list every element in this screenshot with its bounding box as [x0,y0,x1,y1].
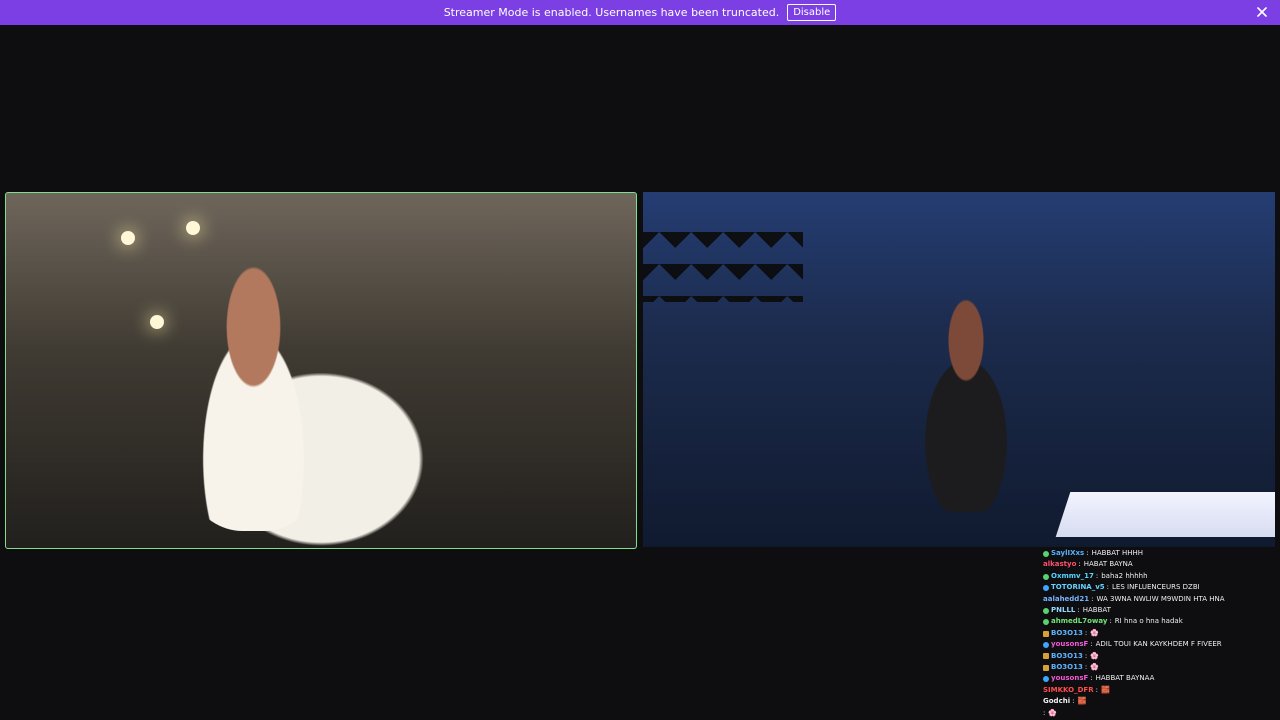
chat-separator: : [1084,663,1088,672]
blue-badge-icon [1043,641,1049,648]
chat-line: aalahedd21: WA 3WNA NWLIW M9WDIN HTA HNA [1043,594,1273,605]
chat-username[interactable]: ahmedL7oway [1051,616,1107,627]
banner-message: Streamer Mode is enabled. Usernames have… [443,6,780,19]
chat-message: HABBAT BAYNAA [1095,674,1155,683]
chat-line: : 🌸 [1043,708,1273,719]
lamp-light-icon [186,221,200,235]
chat-line: ahmedL7oway: RI hna o hna hadak [1043,616,1273,627]
chat-username[interactable]: BO3O13 [1051,662,1083,673]
chat-message: 🧱 [1077,697,1087,706]
chat-line: yousonsF: ADIL TOUI KAN KAYKHDEM F FIVEER [1043,639,1273,650]
chat-message: 🌸 [1090,663,1099,672]
chat-message: 🌸 [1090,628,1099,637]
chat-message: HABAT BAYNA [1083,560,1133,569]
left-camera-feed [5,192,637,549]
chat-message: LES INFLUENCEURS DZBI [1112,583,1200,592]
gold-badge-icon [1043,664,1049,671]
blue-badge-icon [1043,584,1049,591]
chat-separator: : [1091,594,1094,603]
chat-message: RI hna o hna hadak [1114,617,1183,626]
chat-message: ADIL TOUI KAN KAYKHDEM F FIVEER [1095,640,1222,649]
chat-line: BO3O13: 🌸 [1043,651,1273,662]
chat-separator: : [1095,685,1098,694]
chat-line: SIMKKO_DFR: 🧱 [1043,685,1273,696]
chat-separator: : [1109,617,1112,626]
chat-username[interactable]: yousonsF [1051,673,1088,684]
chat-separator: : [1072,697,1075,706]
green-badge-icon [1043,573,1049,580]
chat-message: 🌸 [1090,651,1099,660]
desk [1055,492,1275,537]
chat-separator: : [1106,583,1110,592]
chat-line: BO3O13: 🌸 [1043,662,1273,673]
gold-badge-icon [1043,653,1049,660]
right-camera-feed [643,192,1275,547]
chat-line: yousonsF: HABBAT BAYNAA [1043,673,1273,684]
chat-username[interactable]: SIMKKO_DFR [1043,685,1094,696]
acoustic-panel [643,232,803,302]
chat-line: SaylIXxs: HABBAT HHHH [1043,548,1273,559]
green-badge-icon [1043,550,1049,557]
chat-message: 🌸 [1048,708,1058,717]
lamp-light-icon [121,231,135,245]
chat-line: PNLLL: HABBAT [1043,605,1273,616]
lamp-light-icon [150,315,164,329]
green-badge-icon [1043,619,1049,626]
chat-line: alkastyo: HABAT BAYNA [1043,559,1273,570]
left-streamer [161,231,346,531]
chat-separator: : [1090,640,1093,649]
chat-line: Oxmmv_17: baha2 hhhhh [1043,571,1273,582]
chat-username[interactable]: BO3O13 [1051,651,1083,662]
chat-username[interactable]: Godchi [1043,696,1070,707]
chat-separator: : [1084,651,1088,660]
chat-message: 🧱 [1100,685,1110,694]
chat-separator: : [1090,674,1093,683]
chat-separator: : [1078,560,1081,569]
streamer-mode-banner: Streamer Mode is enabled. Usernames have… [0,0,1280,25]
chat-line: TOTORINA_v5: LES INFLUENCEURS DZBI [1043,582,1273,593]
chat-message: WA 3WNA NWLIW M9WDIN HTA HNA [1096,594,1225,603]
chat-username[interactable]: alkastyo [1043,559,1076,570]
chat-message: HABBAT HHHH [1091,549,1144,557]
chat-separator: : [1077,606,1080,615]
close-icon[interactable] [1254,4,1270,20]
chat-line: Godchi: 🧱 [1043,696,1273,707]
chat-username[interactable]: SaylIXxs [1051,548,1084,559]
chat-message: HABBAT [1082,606,1111,615]
chat-username[interactable]: TOTORINA_v5 [1051,582,1105,593]
chat-username[interactable]: PNLLL [1051,605,1075,616]
chat-username[interactable]: aalahedd21 [1043,594,1089,605]
blue-badge-icon [1043,676,1049,683]
chat-username[interactable]: BO3O13 [1051,628,1083,639]
right-streamer [891,292,1041,512]
chat-separator: : [1043,708,1046,717]
green-badge-icon [1043,607,1049,614]
gold-badge-icon [1043,630,1049,637]
disable-button[interactable]: Disable [787,4,837,21]
chat-separator: : [1086,549,1089,557]
chat-separator: : [1095,571,1099,580]
chat-overlay: SaylIXxs: HABBAT HHHH alkastyo: HABAT BAYNA… [1043,548,1273,720]
chat-username[interactable]: Oxmmv_17 [1051,571,1094,582]
chat-username[interactable]: yousonsF [1051,639,1088,650]
chat-separator: : [1084,628,1088,637]
chat-line: BO3O13: 🌸 [1043,628,1273,639]
chat-message: baha2 hhhhh [1101,571,1148,580]
